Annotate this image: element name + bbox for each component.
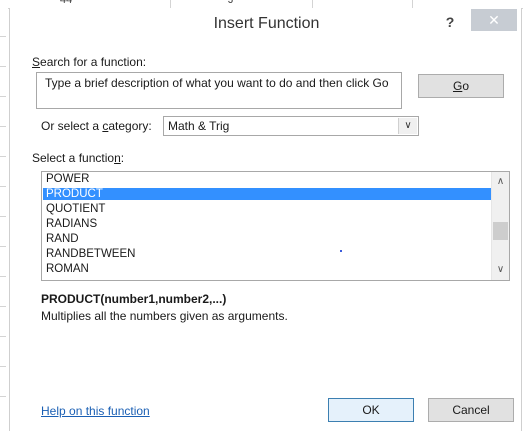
function-list-item[interactable]: POWER [43,173,492,185]
category-selected-value: Math & Trig [168,119,230,133]
dialog-titlebar[interactable]: Insert Function ? ✕ [10,8,521,36]
page: 44 J Insert Function ? ✕ Search for a fu… [0,0,523,431]
category-select[interactable]: Math & Trig ∨ [163,116,419,136]
chevron-down-icon[interactable]: ∨ [398,118,417,134]
insert-function-dialog: Insert Function ? ✕ Search for a functio… [9,8,522,431]
grid-line [0,336,6,337]
help-button[interactable]: ? [440,12,460,32]
help-icon: ? [445,14,455,30]
grid-line [0,216,6,217]
grid-line [0,366,6,367]
function-description: Multiplies all the numbers given as argu… [41,309,288,323]
close-button[interactable]: ✕ [471,9,517,31]
function-list-item-selected[interactable]: PRODUCT [43,188,492,200]
search-label-rest: earch for a function: [40,55,147,69]
grid-line [0,126,6,127]
search-label: Search for a function: [32,55,146,69]
grid-line [0,186,6,187]
function-list-label-prefix: Select a functio [32,151,115,165]
grid-line [0,246,6,247]
stray-dot [340,250,342,252]
function-search-input[interactable]: Type a brief description of what you wan… [36,72,402,109]
go-button[interactable]: Go [418,74,504,98]
chevron-down-icon[interactable]: ∨ [492,262,509,278]
function-syntax: PRODUCT(number1,number2,...) [41,292,227,306]
function-list-label-hotkey: n [114,151,121,165]
function-list-item[interactable]: RADIANS [43,218,492,230]
go-label-hotkey: G [452,79,463,93]
category-label-rest: ategory: [108,119,152,133]
grid-line [0,156,6,157]
go-label-rest: o [462,79,470,93]
help-on-function-link[interactable]: Help on this function [41,404,150,418]
grid-line [0,96,6,97]
search-label-hotkey: S [32,55,41,69]
function-list-item[interactable]: ROMAN [43,263,492,275]
ok-button[interactable]: OK [328,398,414,422]
function-list-item[interactable]: RAND [43,233,492,245]
grid-line [170,0,171,8]
grid-line [0,66,6,67]
function-list[interactable]: POWER PRODUCT QUOTIENT RADIANS RAND RAND… [41,171,510,281]
scrollbar-thumb[interactable] [493,222,508,240]
function-list-scrollbar[interactable]: ∧ ∨ [491,172,509,280]
sheet-cell-value: 44 [60,0,73,6]
grid-line [0,306,6,307]
chevron-up-icon[interactable]: ∧ [492,174,509,190]
cancel-button[interactable]: Cancel [428,398,514,422]
function-list-item[interactable]: QUOTIENT [43,203,492,215]
close-icon: ✕ [488,12,500,28]
grid-line [412,0,413,8]
function-list-label-rest: : [120,151,125,165]
spreadsheet-left-edge [0,8,8,431]
grid-line [0,36,6,37]
category-label-prefix: Or select a [41,119,103,133]
grid-line [0,396,6,397]
grid-line [0,276,6,277]
sheet-cell-value: J [228,0,234,6]
function-list-label: Select a function: [32,151,124,165]
category-label: Or select a category: [41,119,152,133]
grid-line [312,0,313,8]
function-list-item[interactable]: RANDBETWEEN [43,248,492,260]
